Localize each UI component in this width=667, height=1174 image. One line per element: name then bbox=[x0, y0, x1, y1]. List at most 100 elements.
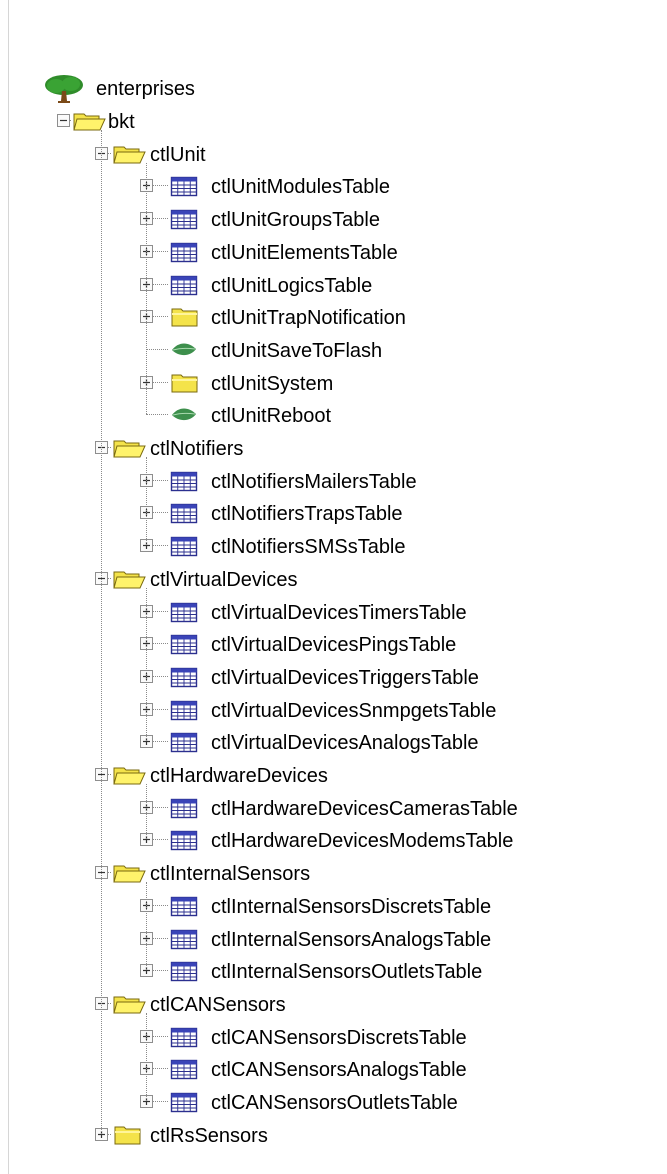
tree-node[interactable]: ctlRsSensors bbox=[0, 1120, 640, 1152]
tree-node-label: ctlInternalSensorsAnalogsTable bbox=[211, 928, 492, 951]
tree-node-label: ctlUnit bbox=[150, 143, 206, 166]
tree-node-label: ctlVirtualDevicesSnmpgetsTable bbox=[211, 699, 497, 722]
tree-node[interactable]: ctlCANSensorsOutletsTable bbox=[0, 1087, 640, 1119]
tree-node[interactable]: ctlVirtualDevicesPingsTable bbox=[0, 629, 640, 661]
tree-node[interactable]: ctlInternalSensors bbox=[0, 858, 640, 890]
tree-node[interactable]: ctlVirtualDevicesTimersTable bbox=[0, 597, 640, 629]
tree-node[interactable]: ctlHardwareDevicesCamerasTable bbox=[0, 793, 640, 825]
tree-node-label: ctlCANSensorsDiscretsTable bbox=[211, 1026, 467, 1049]
table-icon bbox=[170, 208, 198, 230]
tree-node-label: ctlUnitGroupsTable bbox=[211, 209, 380, 232]
table-icon bbox=[170, 960, 198, 982]
tree-node[interactable]: ctlHardwareDevicesModemsTable bbox=[0, 825, 640, 857]
table-icon bbox=[170, 241, 198, 263]
folder-open-icon bbox=[113, 764, 146, 786]
table-icon bbox=[170, 175, 198, 197]
leaf-icon bbox=[170, 404, 196, 426]
table-icon bbox=[170, 666, 198, 688]
tree-node-label: ctlVirtualDevicesTriggersTable bbox=[211, 666, 479, 689]
tree-trunk-line bbox=[146, 882, 147, 971]
tree-node[interactable]: bkt bbox=[0, 106, 640, 138]
tree-node[interactable]: ctlUnitReboot bbox=[0, 400, 640, 432]
tree-node-label: enterprises bbox=[96, 78, 195, 100]
tree-node-label: ctlUnitModulesTable bbox=[211, 176, 390, 199]
tree-node[interactable]: ctlUnitSaveToFlash bbox=[0, 335, 640, 367]
tree-node[interactable]: ctlCANSensors bbox=[0, 989, 640, 1021]
tree-node-label: ctlNotifiersSMSsTable bbox=[211, 536, 406, 559]
folder-open-icon bbox=[73, 110, 106, 132]
tree-node[interactable]: ctlUnitGroupsTable bbox=[0, 204, 640, 236]
folder-open-icon bbox=[113, 143, 146, 165]
tree-node[interactable]: ctlUnitSystem bbox=[0, 368, 640, 400]
tree-node[interactable]: ctlVirtualDevicesAnalogsTable bbox=[0, 727, 640, 759]
tree-node-label: ctlNotifiersTrapsTable bbox=[211, 503, 403, 526]
table-icon bbox=[170, 1058, 198, 1080]
tree-connector-line bbox=[146, 348, 168, 350]
tree-connector-line bbox=[146, 414, 168, 416]
tree-node[interactable]: ctlNotifiersMailersTable bbox=[0, 466, 640, 498]
tree-node-label: ctlVirtualDevicesAnalogsTable bbox=[211, 732, 479, 755]
tree-node-label: ctlVirtualDevices bbox=[150, 568, 298, 591]
folder-open-icon bbox=[113, 993, 146, 1015]
tree-node-label: ctlVirtualDevicesTimersTable bbox=[211, 601, 467, 624]
tree-node[interactable]: ctlInternalSensorsOutletsTable bbox=[0, 956, 640, 988]
tree-node[interactable]: ctlUnitTrapNotification bbox=[0, 302, 640, 334]
table-icon bbox=[170, 601, 198, 623]
tree-node[interactable]: ctlNotifiersTrapsTable bbox=[0, 498, 640, 530]
tree-node[interactable]: ctlCANSensorsAnalogsTable bbox=[0, 1054, 640, 1086]
tree-node-label: ctlHardwareDevicesModemsTable bbox=[211, 830, 514, 853]
tree-node-label: ctlCANSensorsAnalogsTable bbox=[211, 1059, 467, 1082]
tree-trunk-line bbox=[146, 1012, 147, 1101]
tree-node[interactable]: ctlUnit bbox=[0, 139, 640, 171]
tree-trunk-line bbox=[146, 587, 147, 742]
tree-node[interactable]: ctlNotifiers bbox=[0, 433, 640, 465]
tree-node-enterprises[interactable]: enterprises bbox=[44, 73, 304, 105]
tree-node-label: ctlHardwareDevices bbox=[150, 765, 328, 787]
tree-node-label: ctlCANSensorsOutletsTable bbox=[211, 1092, 458, 1114]
tree-icon bbox=[44, 75, 84, 103]
tree-node[interactable]: ctlInternalSensorsDiscretsTable bbox=[0, 891, 640, 923]
collapse-icon[interactable] bbox=[57, 114, 70, 127]
tree-node-label: ctlCANSensors bbox=[150, 993, 286, 1016]
table-icon bbox=[170, 699, 198, 721]
tree-node[interactable]: ctlVirtualDevicesSnmpgetsTable bbox=[0, 695, 640, 727]
table-icon bbox=[170, 895, 198, 917]
tree-node-label: ctlUnitSystem bbox=[211, 372, 334, 395]
tree-trunk-line bbox=[146, 457, 147, 546]
table-icon bbox=[170, 633, 198, 655]
tree-node-label: ctlNotifiersMailersTable bbox=[211, 470, 417, 493]
tree-trunk-line bbox=[101, 130, 102, 1134]
tree-node[interactable]: ctlCANSensorsDiscretsTable bbox=[0, 1022, 640, 1054]
tree-node-label: ctlUnitLogicsTable bbox=[211, 274, 373, 297]
table-icon bbox=[170, 797, 198, 819]
folder-icon bbox=[170, 306, 198, 328]
tree-node-label: ctlInternalSensorsDiscretsTable bbox=[211, 895, 492, 918]
folder-open-icon bbox=[113, 437, 146, 459]
table-icon bbox=[170, 274, 198, 296]
folder-open-icon bbox=[113, 568, 146, 590]
tree-node[interactable]: ctlVirtualDevices bbox=[0, 564, 640, 596]
tree-node-label: ctlHardwareDevicesCamerasTable bbox=[211, 797, 518, 820]
tree-node[interactable]: ctlInternalSensorsAnalogsTable bbox=[0, 924, 640, 956]
table-icon bbox=[170, 470, 198, 492]
tree-node-label: ctlUnitElementsTable bbox=[211, 241, 398, 264]
folder-icon bbox=[170, 372, 198, 394]
mib-tree: enterprises bkt ctlUnit ctlUnitModulesTabl… bbox=[0, 0, 667, 1174]
tree-trunk-line bbox=[146, 784, 147, 840]
tree-node[interactable]: ctlVirtualDevicesTriggersTable bbox=[0, 662, 640, 694]
tree-node[interactable]: ctlNotifiersSMSsTable bbox=[0, 531, 640, 563]
table-icon bbox=[170, 731, 198, 753]
tree-node[interactable]: ctlHardwareDevices bbox=[0, 760, 640, 792]
tree-node-label: ctlNotifiers bbox=[150, 438, 244, 460]
tree-node[interactable]: ctlUnitLogicsTable bbox=[0, 270, 640, 302]
tree-node-label: bkt bbox=[108, 111, 135, 133]
tree-node-label: ctlUnitTrapNotification bbox=[211, 307, 406, 330]
tree-trunk-line bbox=[146, 162, 147, 415]
tree-node[interactable]: ctlUnitElementsTable bbox=[0, 237, 640, 269]
table-icon bbox=[170, 829, 198, 851]
tree-node[interactable]: ctlUnitModulesTable bbox=[0, 171, 640, 203]
table-icon bbox=[170, 502, 198, 524]
tree-node-label: ctlInternalSensors bbox=[150, 863, 311, 886]
tree-node-label: ctlRsSensors bbox=[150, 1124, 268, 1147]
table-icon bbox=[170, 1026, 198, 1048]
